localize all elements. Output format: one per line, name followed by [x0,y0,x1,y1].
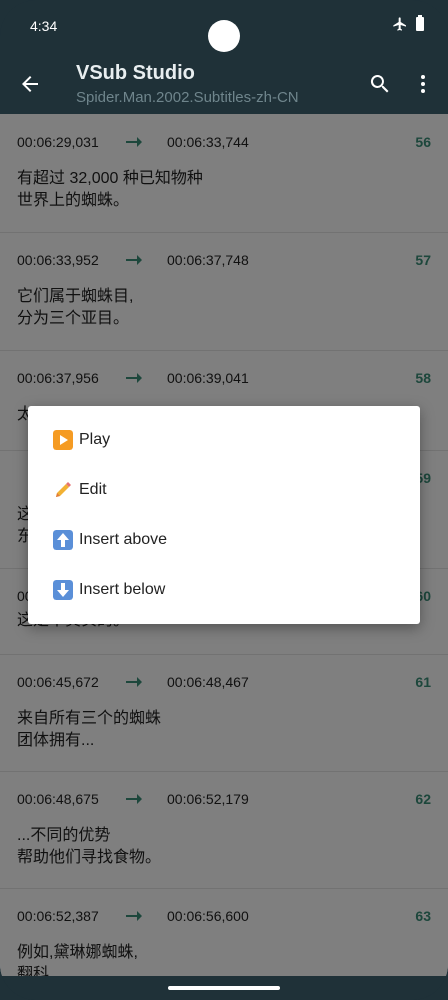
menu-item-label: Edit [79,481,107,498]
more-options-icon[interactable] [416,72,430,96]
search-icon[interactable] [368,72,392,96]
phone-screen: 4:34 VSub Studio Spider.Man.2002.Subtitl… [0,0,448,1000]
menu-item-insert-above[interactable]: Insert above [28,515,420,565]
app-titles: VSub Studio Spider.Man.2002.Subtitles-zh… [76,62,299,106]
battery-icon [416,15,424,31]
down-arrow-icon [53,580,73,600]
up-arrow-icon [53,530,73,550]
menu-item-edit[interactable]: Edit [28,465,420,515]
airplane-mode-icon [393,17,406,31]
app-bar: VSub Studio Spider.Man.2002.Subtitles-zh… [0,56,448,114]
play-button-icon [53,430,73,450]
status-icons [392,15,424,32]
status-bar: 4:34 [0,0,448,56]
app-title: VSub Studio [76,62,195,84]
status-time: 4:34 [30,18,58,34]
home-handle[interactable] [168,986,280,990]
navigation-bar [0,976,448,1000]
camera-cutout [208,20,240,52]
menu-item-label: Insert above [79,531,168,548]
menu-item-label: Insert below [79,581,166,598]
pencil-icon [56,482,71,497]
back-arrow-icon[interactable] [18,72,42,96]
file-subtitle: Spider.Man.2002.Subtitles-zh-CN [76,89,299,106]
menu-item-insert-below[interactable]: Insert below [28,565,420,615]
menu-item-label: Play [79,431,111,448]
menu-item-play[interactable]: Play [28,415,420,465]
context-menu: Play Edit Insert above Insert below [28,406,420,624]
